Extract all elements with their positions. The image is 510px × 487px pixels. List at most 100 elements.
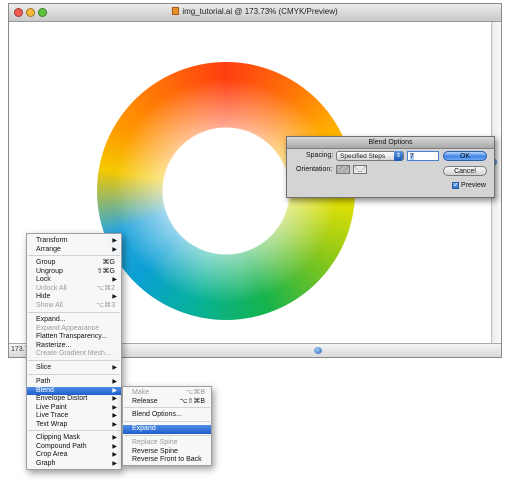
submenu-arrow-icon: ▶ — [112, 294, 117, 301]
submenu-arrow-icon: ▶ — [112, 452, 117, 459]
submenu-arrow-icon: ▶ — [112, 443, 117, 450]
menu-item-crop-area[interactable]: Crop Area ▶ — [27, 451, 121, 460]
dialog-title: Blend Options — [287, 137, 494, 149]
menu-item-create-gradient-mesh[interactable]: Create Gradient Mesh... — [27, 350, 121, 359]
menu-separator — [124, 407, 210, 408]
menu-item-blend-options[interactable]: Blend Options... — [123, 411, 211, 420]
submenu-arrow-icon: ▶ — [112, 396, 117, 403]
menu-separator — [124, 435, 210, 436]
submenu-arrow-icon: ▶ — [112, 277, 117, 284]
menu-item-live-paint[interactable]: Live Paint ▶ — [27, 404, 121, 413]
menu-item-label: Arrange — [36, 245, 61, 253]
menu-item-label: Expand — [132, 425, 156, 432]
menu-item-blend[interactable]: Blend ▶ — [27, 386, 121, 396]
menu-item-hide[interactable]: Hide ▶ — [27, 293, 121, 302]
menu-item-label: Reverse Spine — [132, 447, 178, 455]
align-to-path-icon[interactable]: ⋱⋰ — [353, 165, 367, 174]
blend-options-dialog: Blend Options Spacing: Specified Steps ⇕ … — [286, 136, 495, 198]
menu-item-label: Reverse Front to Back — [132, 456, 202, 464]
menu-item-envelope-distort[interactable]: Envelope Distort ▶ — [27, 395, 121, 404]
menu-item-arrange[interactable]: Arrange ▶ — [27, 246, 121, 255]
menu-item-label: Crop Area — [36, 451, 68, 459]
menu-item-expand[interactable]: Expand — [123, 425, 211, 434]
menu-item-label: Live Paint — [36, 403, 67, 411]
menu-item-label: Expand Appearance — [36, 324, 100, 332]
menu-item-label: Replace Spine — [132, 439, 178, 446]
menu-item-label: Flatten Transparency... — [36, 333, 108, 341]
title-bar[interactable]: img_tutorial.ai @ 173.73% (CMYK/Preview) — [9, 4, 501, 22]
document-icon — [172, 7, 180, 15]
menu-item-shortcut: ⌥⇧⌘B — [179, 397, 205, 405]
menu-item-clipping-mask[interactable]: Clipping Mask ▶ — [27, 434, 121, 443]
menu-item-shortcut: ⇧⌘G — [96, 267, 115, 275]
menu-item-reverse-spine[interactable]: Reverse Spine — [123, 448, 211, 457]
menu-item-group[interactable]: Group ⌘G — [27, 259, 121, 268]
menu-item-label: Path — [36, 378, 51, 385]
menu-item-label: Ungroup — [36, 267, 63, 275]
menu-item-label: Blend Options... — [132, 411, 182, 418]
menu-item-lock[interactable]: Lock ▶ — [27, 276, 121, 285]
menu-item-label: Make — [132, 389, 150, 396]
menu-item-shortcut: ⌥⌘3 — [96, 302, 115, 309]
ok-button[interactable]: OK — [443, 151, 487, 161]
menu-item-expand-appearance[interactable]: Expand Appearance — [27, 325, 121, 334]
menu-item-label: Clipping Mask — [36, 434, 80, 441]
menu-item-make[interactable]: Make ⌥⌘B — [123, 389, 211, 398]
menu-item-label: Rasterize... — [36, 341, 72, 349]
menu-item-compound-path[interactable]: Compound Path ▶ — [27, 443, 121, 452]
menu-item-replace-spine[interactable]: Replace Spine — [123, 439, 211, 448]
submenu-arrow-icon: ▶ — [112, 365, 117, 371]
menu-item-label: Envelope Distort — [36, 395, 88, 403]
menu-item-label: Lock — [36, 276, 51, 284]
menu-item-label: Blend — [36, 386, 54, 394]
menu-item-label: Release — [132, 397, 158, 405]
submenu-arrow-icon: ▶ — [112, 379, 117, 385]
submenu-arrow-icon: ▶ — [112, 404, 117, 411]
menu-item-label: Hide — [36, 293, 51, 301]
menu-item-ungroup[interactable]: Ungroup ⇧⌘G — [27, 268, 121, 277]
menu-item-unlock-all[interactable]: Unlock All ⌥⌘2 — [27, 285, 121, 294]
menu-item-label: Text Wrap — [36, 421, 68, 428]
menu-separator — [28, 374, 120, 375]
menu-item-label: Group — [36, 259, 56, 266]
menu-item-release[interactable]: Release ⌥⇧⌘B — [123, 398, 211, 407]
submenu-arrow-icon: ▶ — [112, 413, 117, 420]
spacing-select[interactable]: Specified Steps ⇕ — [336, 151, 404, 161]
submenu-arrow-icon: ▶ — [112, 460, 117, 467]
menu-item-label: Compound Path — [36, 442, 87, 450]
preview-checkbox[interactable]: ✓ — [452, 182, 459, 189]
menu-item-live-trace[interactable]: Live Trace ▶ — [27, 412, 121, 421]
submenu-arrow-icon: ▶ — [112, 387, 117, 394]
menu-item-rasterize[interactable]: Rasterize... — [27, 342, 121, 351]
menu-item-label: Expand... — [36, 316, 66, 323]
context-menu: Transform ▶ Arrange ▶ Group ⌘G Ungroup ⇧⌘G Lock ▶… — [26, 233, 122, 470]
spacing-value: Specified Steps — [340, 153, 386, 160]
window-title: img_tutorial.ai @ 173.73% (CMYK/Preview) — [182, 7, 338, 16]
menu-separator — [28, 360, 120, 361]
steps-input[interactable]: 7 — [407, 151, 439, 161]
menu-item-flatten-transparency[interactable]: Flatten Transparency... — [27, 333, 121, 342]
menu-item-slice[interactable]: Slice ▶ — [27, 364, 121, 373]
menu-item-reverse-front-to-back[interactable]: Reverse Front to Back — [123, 456, 211, 465]
menu-item-expand[interactable]: Expand... — [27, 316, 121, 325]
submenu-arrow-icon: ▶ — [112, 435, 117, 441]
menu-item-show-all[interactable]: Show All ⌥⌘3 — [27, 302, 121, 311]
menu-item-path[interactable]: Path ▶ — [27, 378, 121, 387]
menu-item-text-wrap[interactable]: Text Wrap ▶ — [27, 421, 121, 430]
cancel-button[interactable]: Cancel — [443, 166, 487, 176]
menu-item-transform[interactable]: Transform ▶ — [27, 237, 121, 246]
select-arrows-icon: ⇕ — [394, 151, 403, 161]
menu-item-label: Graph — [36, 459, 56, 467]
menu-item-label: Unlock All — [36, 284, 67, 292]
menu-item-graph[interactable]: Graph ▶ — [27, 460, 121, 469]
preview-label: Preview — [461, 182, 486, 189]
menu-item-label: Live Trace — [36, 412, 69, 420]
blend-submenu: Make ⌥⌘B Release ⌥⇧⌘B Blend Options... Expand… — [122, 386, 212, 466]
menu-item-shortcut: ⌥⌘B — [185, 389, 205, 396]
menu-separator — [28, 255, 120, 256]
submenu-arrow-icon: ▶ — [112, 422, 117, 428]
align-to-page-icon[interactable]: ⋰⋰ — [336, 165, 350, 174]
horizontal-scroll-thumb[interactable] — [314, 347, 322, 354]
menu-item-label: Create Gradient Mesh... — [36, 350, 111, 358]
steps-value: 7 — [410, 153, 414, 160]
